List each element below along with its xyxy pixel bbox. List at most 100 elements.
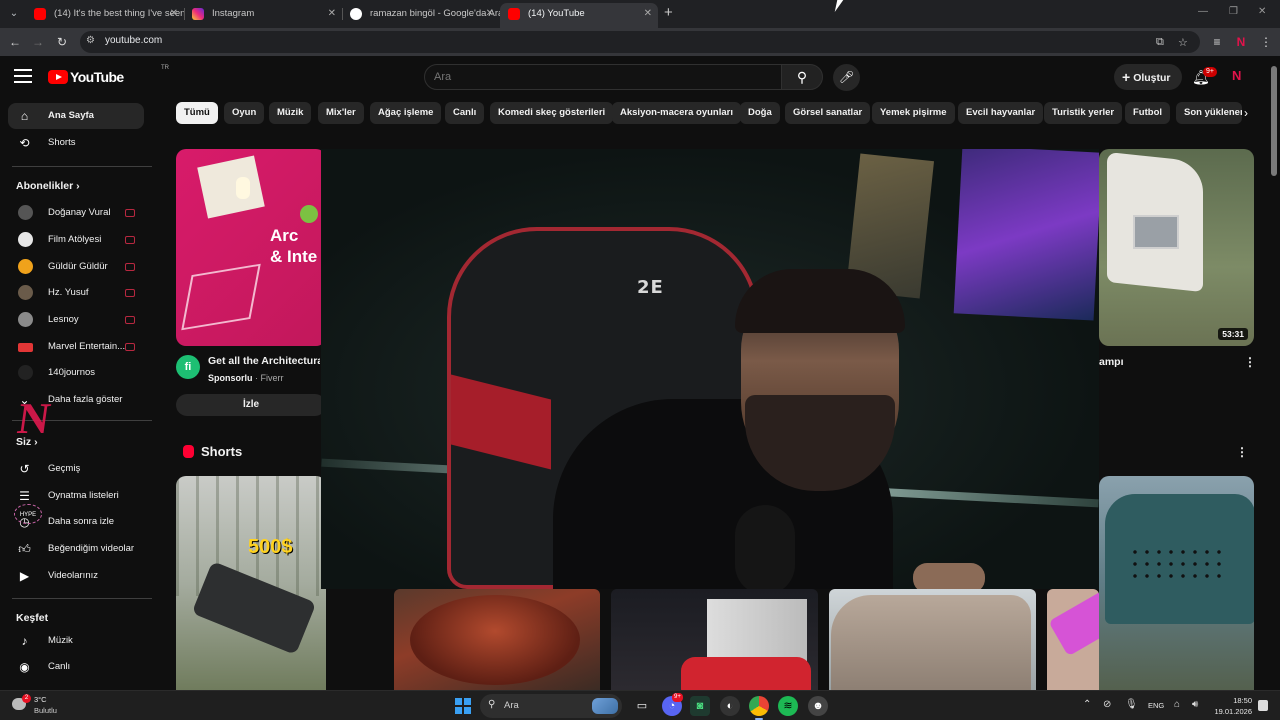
ad-watch-button[interactable]: İzle <box>176 394 326 416</box>
more-options-icon[interactable]: ⋮ <box>1236 445 1248 459</box>
sidebar-item-subscription[interactable]: Güldür Güldür <box>8 254 144 280</box>
sidebar-item-shorts[interactable]: ⟲ Shorts <box>8 130 144 156</box>
video-title[interactable]: ampı <box>1099 356 1124 368</box>
window-close-icon[interactable]: ✕ <box>1258 6 1266 17</box>
create-button[interactable]: + Oluştur <box>1114 64 1182 90</box>
search-input[interactable] <box>434 71 764 83</box>
chip[interactable]: Ağaç işleme <box>370 102 442 124</box>
menu-icon[interactable] <box>14 69 32 83</box>
notification-center-icon[interactable] <box>1258 700 1268 711</box>
microphone-tray-icon[interactable]: 🎙︎ <box>1125 699 1138 710</box>
install-app-icon[interactable]: ⧉ <box>1156 36 1164 49</box>
app-tray-icon[interactable]: ⊘ <box>1103 699 1111 710</box>
sidebar-item-subscription[interactable]: Hz. Yusuf <box>8 280 144 306</box>
taskbar-search-label: Ara <box>504 700 519 711</box>
scrollbar-thumb[interactable] <box>1271 66 1277 176</box>
chevron-right-icon[interactable]: › <box>1244 106 1248 120</box>
subscriptions-heading[interactable]: Abonelikler › <box>16 180 80 192</box>
network-icon[interactable]: ⌂ <box>1174 699 1180 710</box>
address-bar[interactable]: ⚙ youtube.com ⧉ ☆ <box>80 31 1200 53</box>
back-icon[interactable]: ← <box>6 33 24 51</box>
chip[interactable]: Oyun <box>224 102 265 124</box>
close-icon[interactable]: ✕ <box>328 3 336 25</box>
taskbar-search[interactable]: ⚲ Ara <box>480 694 622 718</box>
browser-tab[interactable]: ramazan bingöl - Google'da Ara ✕ <box>342 3 500 28</box>
sidebar-item-subscription[interactable]: Lesnoy <box>8 307 144 333</box>
app-icon[interactable]: ◐ <box>720 696 740 716</box>
start-button[interactable] <box>455 698 471 714</box>
restore-icon[interactable]: ❐ <box>1229 6 1238 17</box>
close-icon[interactable]: ✕ <box>644 3 652 25</box>
close-icon[interactable]: ✕ <box>170 3 178 25</box>
chrome-icon[interactable] <box>749 696 769 720</box>
ad-title[interactable]: Get all the Architectural <box>208 355 320 367</box>
sidebar-item-home[interactable]: ⌂ Ana Sayfa <box>8 103 144 129</box>
bookmark-star-icon[interactable]: ☆ <box>1178 36 1188 49</box>
chip[interactable]: Futbol <box>1125 102 1171 124</box>
system-clock[interactable]: 18:50 19.01.2026 <box>1214 695 1252 717</box>
media-controls-icon[interactable]: ≡ <box>1208 33 1226 51</box>
chip[interactable]: Yemek pişirme <box>872 102 955 124</box>
app-icon[interactable]: ☻ <box>808 696 828 716</box>
sidebar-item-your-videos[interactable]: ▶ Videolarınız <box>8 563 144 589</box>
short-thumbnail[interactable]: 500$ <box>176 476 326 692</box>
app-badge: 9+ <box>672 693 683 702</box>
new-tab-icon[interactable]: + <box>664 4 673 22</box>
streamer-hair <box>735 269 905 333</box>
sidebar-item-subscription[interactable]: Doğanay Vural <box>8 200 144 226</box>
short-thumbnail[interactable] <box>829 589 1036 690</box>
browser-tab[interactable]: (14) It's the best thing I've seen ✕ <box>26 3 184 28</box>
chip[interactable]: Komedi skeç gösterileri <box>490 102 614 124</box>
task-view-icon[interactable]: ▭ <box>632 696 652 716</box>
sidebar-item-subscription[interactable]: Marvel Entertain... <box>8 334 144 360</box>
sidebar-item-subscription[interactable]: 140journos <box>8 360 144 386</box>
voice-search-icon[interactable]: 🎤︎ <box>833 64 860 91</box>
sidebar-item-music[interactable]: ♪ Müzik <box>8 628 144 654</box>
chip[interactable]: Canlı <box>445 102 485 124</box>
advertiser-avatar[interactable]: fi <box>176 355 200 379</box>
weather-temperature[interactable]: 3°C <box>34 695 47 704</box>
spotify-icon[interactable]: ≋ <box>778 696 798 716</box>
page-scrollbar[interactable] <box>1270 60 1278 690</box>
profile-avatar-icon[interactable]: N <box>1232 33 1250 51</box>
browser-menu-icon[interactable]: ⋮ <box>1257 33 1275 51</box>
chip[interactable]: Mix'ler <box>318 102 364 124</box>
chip[interactable]: Görsel sanatlar <box>785 102 871 124</box>
sidebar-item-subscription[interactable]: Film Atölyesi <box>8 227 144 253</box>
search-button[interactable]: ⚲ <box>781 64 823 90</box>
tray-overflow-icon[interactable]: ⌃ <box>1083 699 1091 710</box>
sidebar-item-history[interactable]: ↺ Geçmiş <box>8 456 144 482</box>
chip[interactable]: Doğa <box>740 102 780 124</box>
short-thumbnail[interactable] <box>1099 476 1254 692</box>
input-language[interactable]: ENG <box>1148 701 1164 710</box>
chip[interactable]: Evcil hayvanlar <box>958 102 1044 124</box>
reload-icon[interactable]: ↻ <box>53 33 71 51</box>
browser-tab[interactable]: Instagram ✕ <box>184 3 342 28</box>
close-icon[interactable]: ✕ <box>486 3 494 25</box>
account-avatar[interactable]: N <box>1232 68 1248 84</box>
sidebar-item-live[interactable]: ◉ Canlı <box>8 654 144 680</box>
search-box <box>424 64 782 90</box>
music-icon: ♪ <box>21 634 28 648</box>
short-thumbnail[interactable] <box>611 589 818 690</box>
chip[interactable]: Müzik <box>269 102 312 124</box>
chip-all[interactable]: Tümü <box>176 102 218 124</box>
chip[interactable]: Turistik yerler <box>1044 102 1123 124</box>
tab-search-icon[interactable]: ⌄ <box>6 6 22 22</box>
live-indicator-icon <box>125 316 135 324</box>
chip[interactable]: Son yüklenen <box>1176 102 1242 124</box>
whatsapp-icon[interactable]: ◙ <box>690 696 710 716</box>
more-options-icon[interactable]: ⋮ <box>1244 355 1256 369</box>
minimize-icon[interactable]: — <box>1198 6 1208 17</box>
short-thumbnail[interactable] <box>1047 589 1099 690</box>
browser-tab-active[interactable]: (14) YouTube ✕ <box>500 3 658 28</box>
volume-icon[interactable]: 🔊︎ <box>1192 699 1198 710</box>
video-thumbnail[interactable]: 53:31 <box>1099 149 1254 346</box>
weather-description[interactable]: Bulutlu <box>34 706 57 715</box>
short-thumbnail[interactable] <box>394 589 600 690</box>
sidebar-item-liked[interactable]: 👍︎ Beğendiğim videolar <box>8 536 144 562</box>
forward-icon[interactable]: → <box>29 33 47 51</box>
site-info-icon[interactable]: ⚙ <box>86 35 95 46</box>
chip[interactable]: Aksiyon-macera oyunları <box>612 102 741 124</box>
ad-thumbnail[interactable]: Arc & Inte <box>176 149 326 346</box>
